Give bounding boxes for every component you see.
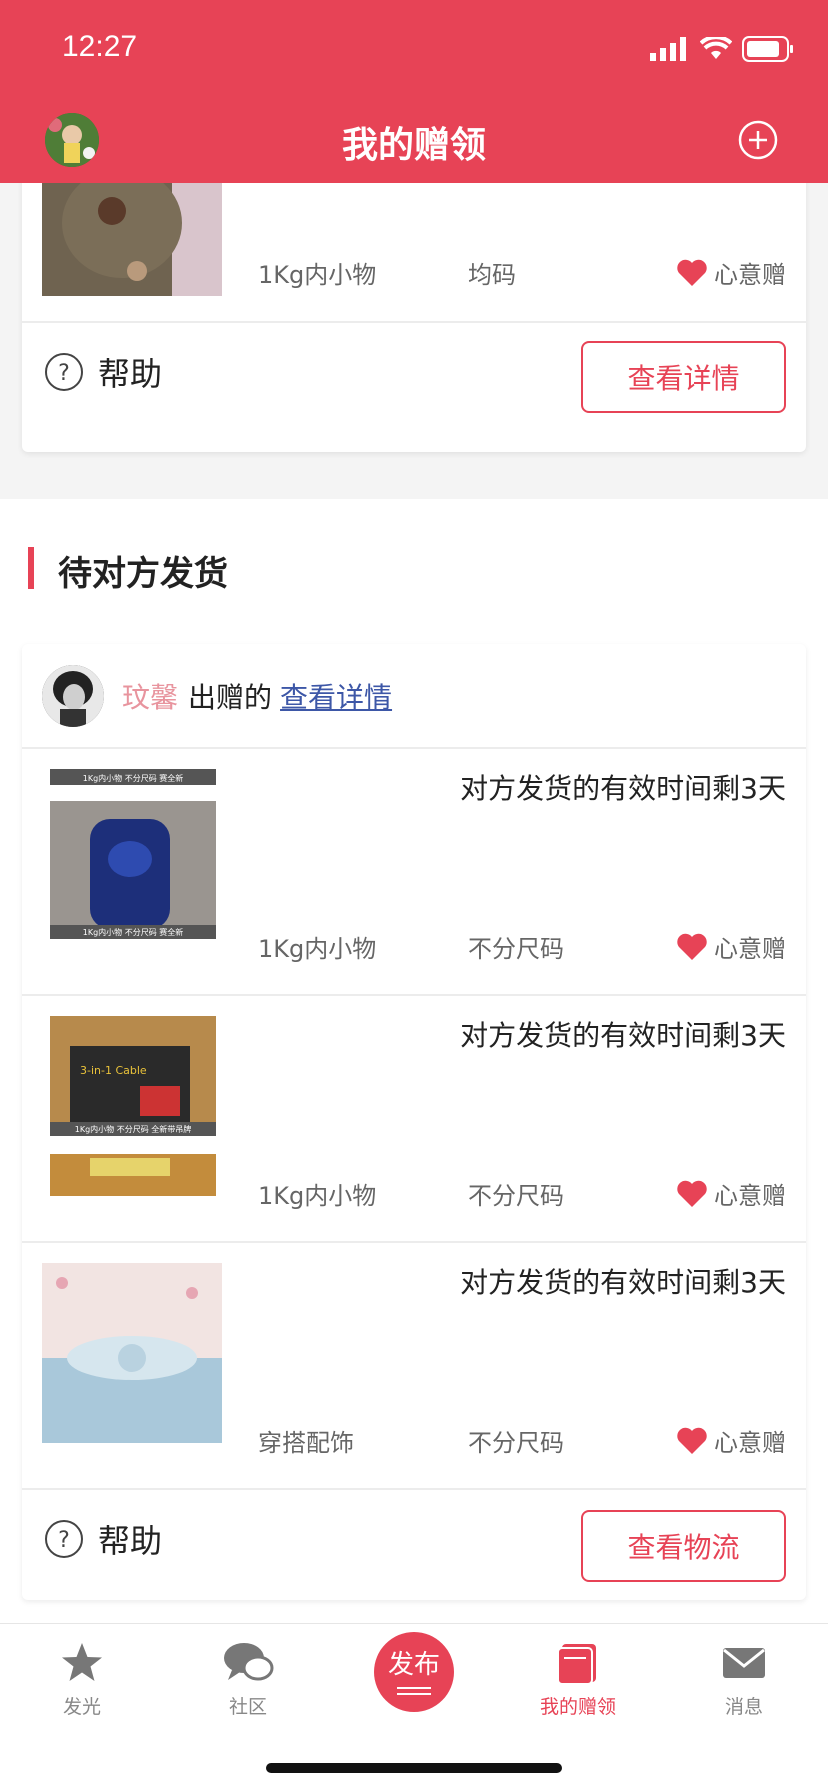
item-thumbnail: 1Kg内小物 不分尺码 赛全新 1Kg内小物 不分尺码 赛全新 bbox=[50, 769, 216, 949]
item-size: 不分尺码 bbox=[468, 935, 564, 963]
gift-book-icon bbox=[557, 1644, 596, 1685]
view-details-button[interactable]: 查看详情 bbox=[581, 341, 786, 413]
help-link[interactable]: ? 帮助 bbox=[44, 1516, 162, 1562]
order-card-pending: 玟馨 出赠的 查看详情 1Kg内小物 不分尺码 赛全新 1Kg内小物 不分尺码 … bbox=[22, 644, 806, 1600]
giver-text: 出赠的 bbox=[188, 680, 273, 714]
tab-my-gifts[interactable]: 我的赠领 bbox=[518, 1640, 638, 1719]
svg-text:1Kg内小物 不分尺码 赛全新: 1Kg内小物 不分尺码 赛全新 bbox=[83, 773, 184, 783]
help-label: 帮助 bbox=[98, 355, 163, 393]
wifi-icon bbox=[700, 37, 732, 59]
item-meta: 1Kg内小物 均码 心意赠 bbox=[258, 255, 786, 290]
star-icon bbox=[62, 1643, 102, 1681]
item-thumbnail bbox=[42, 1263, 222, 1443]
app-header: 12:27 我的赠领 bbox=[0, 0, 828, 183]
giver-avatar[interactable] bbox=[42, 664, 104, 727]
tab-community[interactable]: 社区 bbox=[188, 1640, 308, 1719]
item-category: 1Kg内小物 bbox=[258, 261, 377, 289]
chat-bubbles-icon bbox=[224, 1643, 274, 1681]
add-icon[interactable] bbox=[738, 120, 778, 160]
help-icon: ? bbox=[45, 353, 83, 391]
item-row[interactable]: 3-in-1 Cable 1Kg内小物 不分尺码 全新带吊牌 对方发货的有效时间… bbox=[22, 996, 806, 1243]
status-icons bbox=[650, 36, 794, 62]
item-category: 穿搭配饰 bbox=[258, 1429, 354, 1457]
item-meta: 穿搭配饰 不分尺码 心意赠 bbox=[258, 1423, 786, 1458]
heart-icon bbox=[677, 259, 707, 286]
svg-text:1Kg内小物 不分尺码 赛全新: 1Kg内小物 不分尺码 赛全新 bbox=[83, 927, 184, 937]
publish-button[interactable]: 发布 bbox=[374, 1632, 454, 1712]
item-row[interactable]: 对方发货的有效时间剩3天 穿搭配饰 不分尺码 心意赠 bbox=[22, 1243, 806, 1490]
heart-icon bbox=[677, 933, 707, 960]
gift-tag-label: 心意赠 bbox=[714, 261, 786, 289]
svg-text:?: ? bbox=[58, 1528, 70, 1553]
home-indicator[interactable] bbox=[266, 1763, 562, 1773]
ship-deadline: 对方发货的有效时间剩3天 bbox=[460, 1266, 786, 1299]
tab-messages[interactable]: 消息 bbox=[684, 1640, 804, 1719]
tab-label: 社区 bbox=[228, 1696, 267, 1718]
gift-tag: 心意赠 bbox=[676, 1423, 786, 1458]
gift-tag-label: 心意赠 bbox=[714, 935, 786, 963]
svg-text:1Kg内小物 不分尺码 全新带吊牌: 1Kg内小物 不分尺码 全新带吊牌 bbox=[75, 1124, 192, 1134]
giver-name[interactable]: 玟馨 bbox=[122, 676, 178, 716]
battery-icon bbox=[742, 36, 793, 62]
tab-label: 发光 bbox=[62, 1696, 101, 1718]
svg-text:?: ? bbox=[58, 361, 70, 386]
heart-icon bbox=[677, 1427, 707, 1454]
tab-label: 我的赠领 bbox=[539, 1696, 616, 1718]
publish-label: 发布 bbox=[387, 1650, 440, 1680]
item-size: 均码 bbox=[468, 261, 516, 289]
help-icon: ? bbox=[45, 1520, 83, 1558]
help-label: 帮助 bbox=[98, 1522, 163, 1560]
status-time: 12:27 bbox=[62, 30, 138, 63]
gift-tag-label: 心意赠 bbox=[714, 1429, 786, 1457]
mail-icon bbox=[723, 1648, 765, 1678]
item-size: 不分尺码 bbox=[468, 1182, 564, 1210]
item-category: 1Kg内小物 bbox=[258, 1182, 377, 1210]
item-thumbnail: 3-in-1 Cable 1Kg内小物 不分尺码 全新带吊牌 bbox=[50, 1016, 216, 1196]
item-meta: 1Kg内小物 不分尺码 心意赠 bbox=[258, 929, 786, 964]
giver-row: 玟馨 出赠的 查看详情 bbox=[22, 644, 806, 749]
item-size: 不分尺码 bbox=[468, 1429, 564, 1457]
help-link[interactable]: ? 帮助 bbox=[44, 349, 162, 395]
item-row[interactable]: 1Kg内小物 不分尺码 赛全新 1Kg内小物 不分尺码 赛全新 对方发货的有效时… bbox=[22, 749, 806, 996]
item-row[interactable]: 1Kg内小物 均码 心意赠 bbox=[22, 183, 806, 323]
item-category: 1Kg内小物 bbox=[258, 935, 377, 963]
order-card-top: 1Kg内小物 均码 心意赠 ? 帮助 查看详情 bbox=[22, 183, 806, 452]
publish-icon bbox=[397, 1687, 431, 1695]
signal-icon bbox=[650, 37, 686, 61]
view-logistics-button[interactable]: 查看物流 bbox=[581, 1510, 786, 1582]
item-thumbnail bbox=[42, 183, 222, 296]
giver-details-link[interactable]: 查看详情 bbox=[280, 676, 392, 716]
gift-tag: 心意赠 bbox=[676, 255, 786, 290]
gift-tag: 心意赠 bbox=[676, 929, 786, 964]
tab-shine[interactable]: 发光 bbox=[22, 1640, 142, 1719]
section-title: 待对方发货 bbox=[58, 554, 228, 594]
tab-label: 消息 bbox=[724, 1696, 763, 1718]
gift-tag: 心意赠 bbox=[676, 1176, 786, 1211]
svg-text:3-in-1 Cable: 3-in-1 Cable bbox=[80, 1064, 147, 1077]
content-scroll[interactable]: 1Kg内小物 均码 心意赠 ? 帮助 查看详情 待对方发货 玟馨 出赠的 查看详… bbox=[0, 183, 828, 1623]
heart-icon bbox=[677, 1180, 707, 1207]
ship-deadline: 对方发货的有效时间剩3天 bbox=[460, 772, 786, 805]
page-title: 我的赠领 bbox=[341, 125, 486, 166]
ship-deadline: 对方发货的有效时间剩3天 bbox=[460, 1019, 786, 1052]
gift-tag-label: 心意赠 bbox=[714, 1182, 786, 1210]
section-accent-bar bbox=[28, 547, 34, 589]
item-meta: 1Kg内小物 不分尺码 心意赠 bbox=[258, 1176, 786, 1211]
